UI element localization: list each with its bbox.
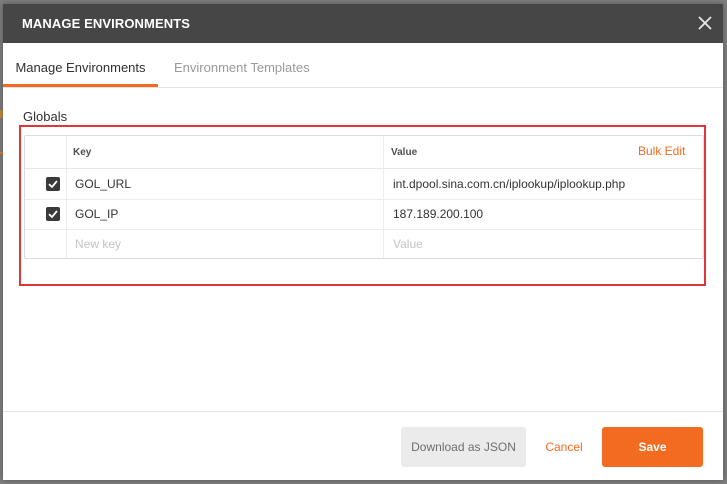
modal-header: MANAGE ENVIRONMENTS	[3, 4, 723, 43]
close-button[interactable]	[694, 12, 716, 34]
tab-bar: Manage Environments Environment Template…	[3, 43, 723, 88]
footer-divider	[3, 411, 723, 412]
cancel-button[interactable]: Cancel	[541, 427, 587, 467]
close-icon	[698, 16, 712, 30]
tab-environment-templates[interactable]: Environment Templates	[174, 43, 310, 87]
highlight-box	[19, 125, 706, 286]
save-button[interactable]: Save	[602, 427, 703, 467]
modal-title: MANAGE ENVIRONMENTS	[22, 16, 191, 31]
download-json-button[interactable]: Download as JSON	[401, 427, 526, 467]
manage-environments-modal: MANAGE ENVIRONMENTS Manage Environments …	[3, 4, 723, 480]
globals-section-label: Globals	[23, 109, 68, 124]
tab-manage-environments[interactable]: Manage Environments	[3, 43, 158, 87]
